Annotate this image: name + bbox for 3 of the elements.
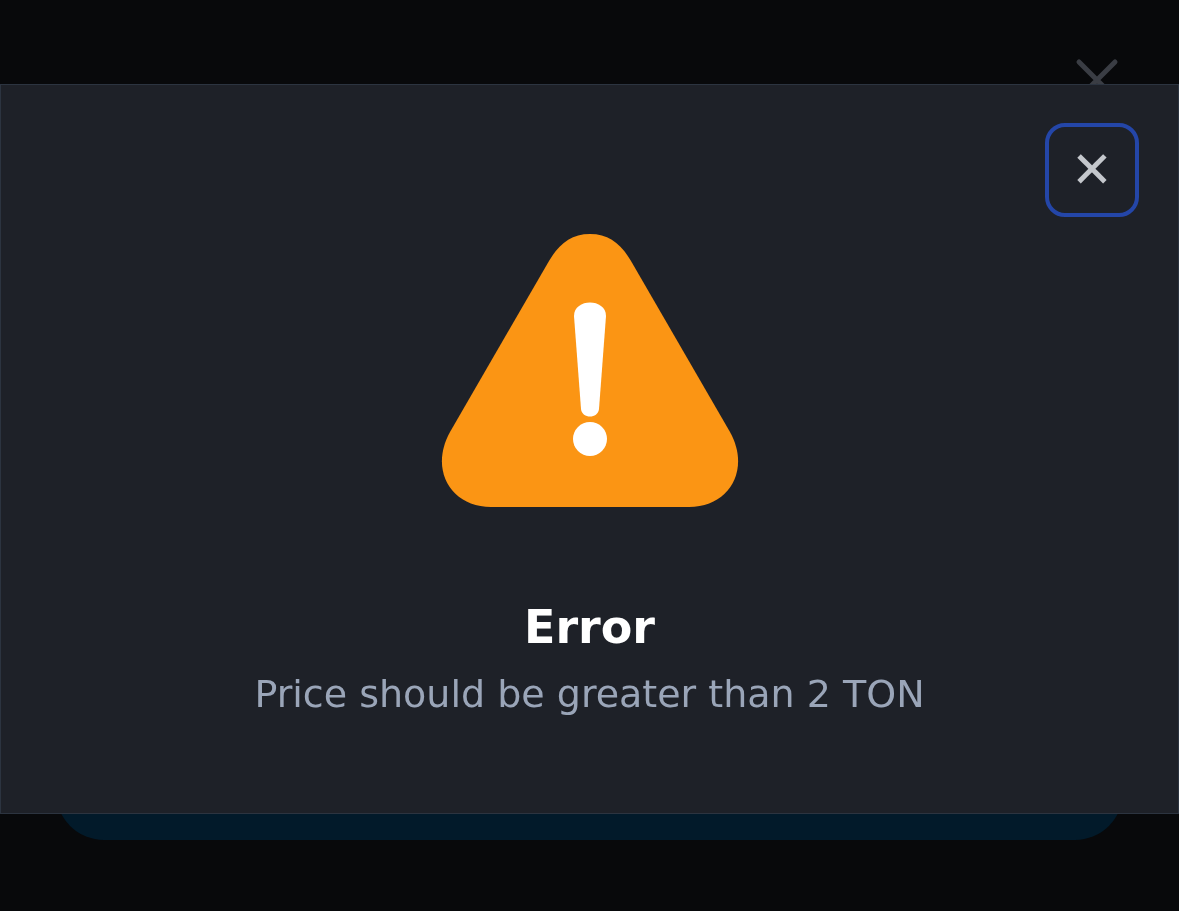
error-title: Error [523, 600, 656, 654]
error-message: Price should be greater than 2 TON [254, 672, 925, 716]
close-button[interactable]: ✕ [1045, 123, 1139, 217]
